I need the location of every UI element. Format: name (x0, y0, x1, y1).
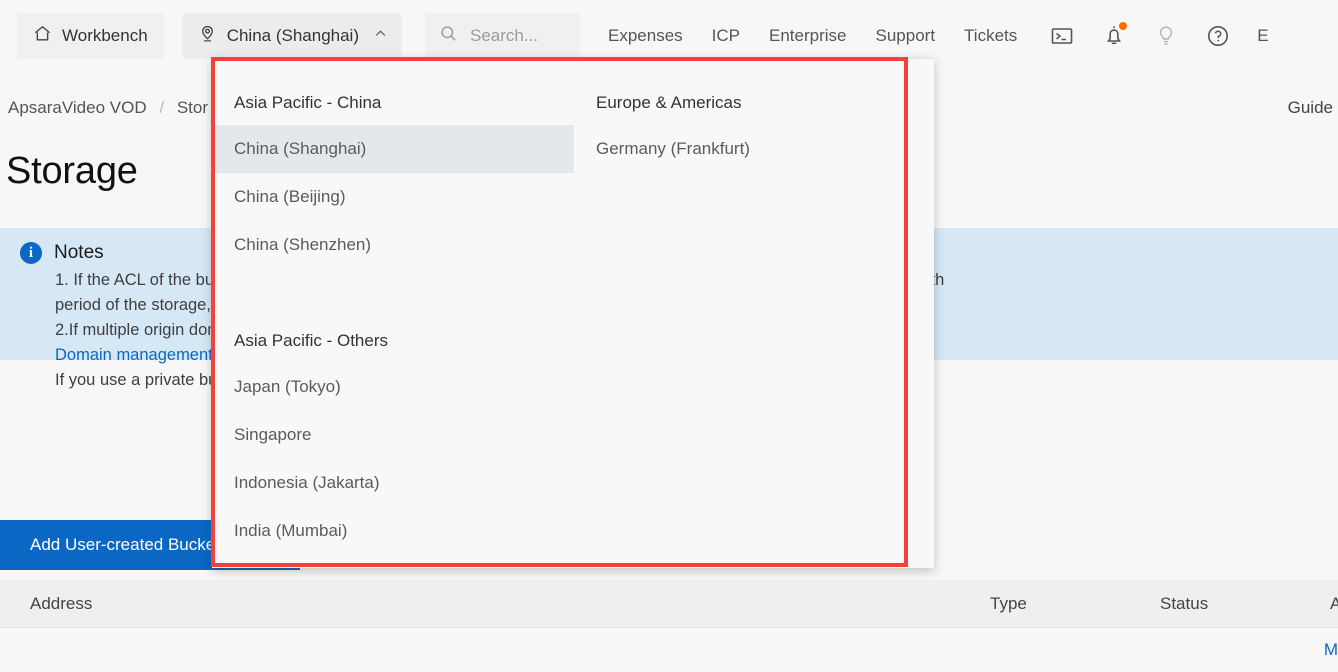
nav-item-enterprise[interactable]: Enterprise (769, 26, 846, 46)
workbench-button[interactable]: Workbench (17, 13, 164, 59)
region-group-title: Asia Pacific - China (234, 93, 382, 112)
breadcrumb-current: Stor (176, 98, 208, 117)
region-option[interactable]: Indonesia (Jakarta) (212, 459, 574, 507)
nav-item-expenses[interactable]: Expenses (608, 26, 683, 46)
region-selector-label: China (Shanghai) (226, 26, 359, 45)
region-column-asia: Asia Pacific - China China (Shanghai) Chin… (212, 59, 574, 568)
region-option[interactable]: Germany (Frankfurt) (574, 125, 934, 173)
lightbulb-icon[interactable] (1153, 23, 1179, 49)
region-selector-button[interactable]: China (Shanghai) (181, 13, 402, 59)
table-column-header: Address (30, 594, 93, 613)
breadcrumb-root[interactable]: ApsaraVideo VOD (8, 98, 147, 117)
notes-title: Notes (54, 242, 104, 263)
search-box[interactable]: Search... (425, 13, 580, 59)
home-icon (33, 24, 52, 48)
table-column-header: Type (990, 594, 1027, 613)
region-option[interactable]: Singapore (212, 411, 574, 459)
region-option[interactable]: China (Beijing) (212, 173, 574, 221)
search-icon (439, 24, 458, 48)
help-circle-icon[interactable] (1205, 23, 1231, 49)
info-icon: i (20, 242, 42, 264)
region-dropdown-panel: Asia Pacific - China China (Shanghai) Chin… (212, 58, 934, 568)
table-column-header: A (1330, 594, 1338, 613)
table-column-header: Status (1160, 594, 1209, 613)
header-icon-group (1049, 22, 1231, 49)
row-action-link[interactable]: M (1324, 640, 1338, 660)
region-column-europe-americas: Europe & Americas Germany (Frankfurt) (574, 59, 934, 568)
breadcrumb: ApsaraVideo VOD / Stor (8, 98, 208, 118)
table-row: M (0, 628, 1338, 672)
region-group-title: Asia Pacific - Others (234, 331, 388, 350)
region-option[interactable]: China (Shenzhen) (212, 221, 574, 269)
page-title: Storage (6, 150, 138, 192)
nav-item-support[interactable]: Support (876, 26, 936, 46)
workbench-label: Workbench (62, 26, 148, 45)
search-placeholder: Search... (470, 26, 539, 45)
location-pin-icon (198, 24, 217, 48)
table-header-row: Address Type Status A (0, 580, 1338, 628)
region-option[interactable]: India (Mumbai) (212, 507, 574, 555)
guide-link[interactable]: Guide (1288, 98, 1333, 118)
region-option[interactable]: Japan (Tokyo) (212, 363, 574, 411)
breadcrumb-separator: / (159, 98, 165, 117)
chevron-up-icon (373, 26, 388, 46)
terminal-icon[interactable] (1049, 23, 1075, 49)
domain-management-link[interactable]: Domain management (55, 346, 213, 364)
region-option[interactable]: China (Shanghai) (212, 125, 574, 173)
bell-icon[interactable] (1101, 22, 1128, 49)
region-group-spacer (212, 269, 574, 319)
region-group-title: Europe & Americas (596, 93, 742, 112)
nav-item-tickets[interactable]: Tickets (964, 26, 1017, 46)
nav-item-icp[interactable]: ICP (712, 26, 740, 46)
header-nav: Expenses ICP Enterprise Support Tickets (608, 26, 1017, 46)
header-overflow-label[interactable]: E (1257, 26, 1268, 46)
